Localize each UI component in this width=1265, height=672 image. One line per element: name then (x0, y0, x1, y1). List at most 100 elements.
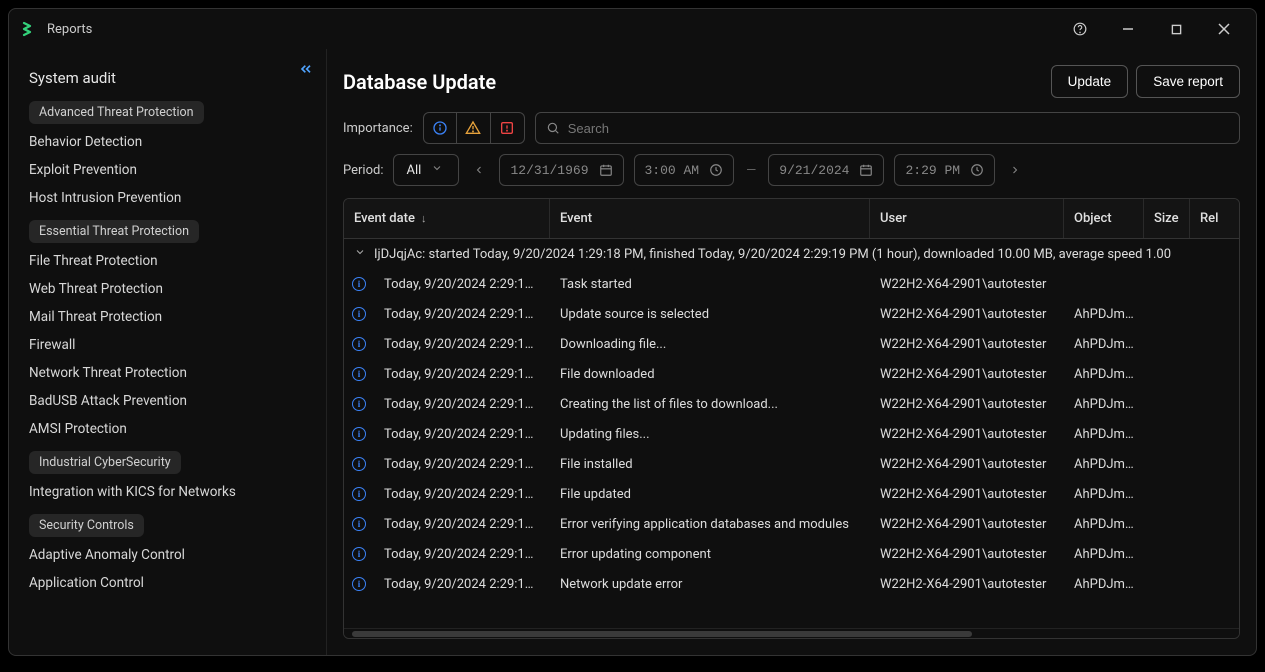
date-from-input[interactable]: 12/31/1969 (499, 154, 623, 186)
chevron-down-icon (431, 162, 443, 178)
sidebar-item[interactable]: Behavior Detection (9, 128, 326, 156)
period-filter-row: Period: All 12/31/1969 3:00 AM (327, 154, 1256, 198)
sidebar-item[interactable]: Application Control (9, 569, 326, 597)
period-prev-button[interactable] (469, 160, 489, 180)
app-logo-icon (21, 20, 39, 38)
cell-event: Task started (550, 277, 870, 292)
cell-user: W22H2-X64-2901\autotester (870, 337, 1064, 352)
clock-icon (970, 163, 984, 177)
sidebar-item[interactable]: BadUSB Attack Prevention (9, 387, 326, 415)
table-row[interactable]: iToday, 9/20/2024 2:29:18 PMTask started… (344, 269, 1239, 299)
col-rel[interactable]: Rel (1190, 199, 1239, 238)
app-window: Reports System audit Advanced Threat Pro… (8, 8, 1257, 656)
importance-info-toggle[interactable] (423, 112, 457, 144)
cell-user: W22H2-X64-2901\autotester (870, 277, 1064, 292)
importance-critical-toggle[interactable] (491, 112, 525, 144)
col-event-date[interactable]: Event date ↓ (344, 199, 550, 238)
cell-object: AhPDJmWi (1064, 427, 1144, 442)
row-severity-icon: i (344, 487, 374, 501)
cell-object: AhPDJmWi (1064, 457, 1144, 472)
search-icon (546, 121, 560, 135)
table-row[interactable]: iToday, 9/20/2024 2:29:18 PMDownloading … (344, 329, 1239, 359)
cell-date: Today, 9/20/2024 2:29:18 PM (374, 427, 550, 442)
update-button[interactable]: Update (1051, 65, 1129, 98)
importance-filter-row: Importance: (327, 112, 1256, 154)
close-button[interactable] (1204, 15, 1244, 43)
cell-user: W22H2-X64-2901\autotester (870, 577, 1064, 592)
row-severity-icon: i (344, 367, 374, 381)
minimize-button[interactable] (1108, 15, 1148, 43)
row-severity-icon: i (344, 397, 374, 411)
page-header: Database Update Update Save report (327, 65, 1256, 112)
sidebar-item[interactable]: Network Threat Protection (9, 359, 326, 387)
cell-object: AhPDJmWi (1064, 307, 1144, 322)
period-next-button[interactable] (1005, 160, 1025, 180)
sidebar-item[interactable]: AMSI Protection (9, 415, 326, 443)
cell-date: Today, 9/20/2024 2:29:18 PM (374, 307, 550, 322)
sidebar-group-badge: Essential Threat Protection (29, 220, 199, 243)
period-select[interactable]: All (393, 154, 459, 186)
cell-event: Creating the list of files to download..… (550, 397, 870, 412)
cell-object: AhPDJmWi (1064, 517, 1144, 532)
sidebar-item[interactable]: Web Threat Protection (9, 275, 326, 303)
sidebar-top-title[interactable]: System audit (9, 57, 326, 93)
sidebar: System audit Advanced Threat Protection … (9, 49, 327, 655)
search-field[interactable] (535, 112, 1240, 144)
time-to-input[interactable]: 2:29 PM (894, 154, 995, 186)
sidebar-item[interactable]: Exploit Prevention (9, 156, 326, 184)
cell-object: AhPDJmWi (1064, 577, 1144, 592)
table-row[interactable]: iToday, 9/20/2024 2:29:18 PMFile install… (344, 449, 1239, 479)
sidebar-group-badge: Security Controls (29, 514, 144, 537)
row-severity-icon: i (344, 307, 374, 321)
row-severity-icon: i (344, 277, 374, 291)
table-row[interactable]: iToday, 9/20/2024 2:29:18 PMUpdate sourc… (344, 299, 1239, 329)
sidebar-item[interactable]: Adaptive Anomaly Control (9, 541, 326, 569)
cell-event: Error verifying application databases an… (550, 517, 870, 532)
table-row[interactable]: iToday, 9/20/2024 2:29:18 PMFile updated… (344, 479, 1239, 509)
cell-date: Today, 9/20/2024 2:29:18 PM (374, 277, 550, 292)
sidebar-item[interactable]: Mail Threat Protection (9, 303, 326, 331)
table-row[interactable]: iToday, 9/20/2024 2:29:18 PMCreating the… (344, 389, 1239, 419)
cell-date: Today, 9/20/2024 2:29:18 PM (374, 457, 550, 472)
horizontal-scrollbar[interactable] (344, 628, 1239, 638)
sidebar-item[interactable]: Host Intrusion Prevention (9, 184, 326, 212)
scrollbar-thumb[interactable] (352, 631, 972, 637)
table-row[interactable]: iToday, 9/20/2024 2:29:18 PMNetwork upda… (344, 569, 1239, 599)
date-to-input[interactable]: 9/21/2024 (768, 154, 884, 186)
time-from-input[interactable]: 3:00 AM (634, 154, 735, 186)
row-severity-icon: i (344, 337, 374, 351)
col-event[interactable]: Event (550, 199, 870, 238)
range-separator: — (744, 163, 758, 178)
row-severity-icon: i (344, 547, 374, 561)
chevron-down-icon (354, 246, 366, 262)
cell-date: Today, 9/20/2024 2:29:18 PM (374, 397, 550, 412)
cell-object: AhPDJmWi (1064, 547, 1144, 562)
table-row[interactable]: iToday, 9/20/2024 2:29:18 PMUpdating fil… (344, 419, 1239, 449)
sidebar-item[interactable]: Firewall (9, 331, 326, 359)
col-user[interactable]: User (870, 199, 1064, 238)
search-input[interactable] (568, 121, 1229, 136)
cell-user: W22H2-X64-2901\autotester (870, 547, 1064, 562)
col-size[interactable]: Size (1144, 199, 1190, 238)
help-button[interactable] (1060, 15, 1100, 43)
collapse-sidebar-button[interactable] (294, 57, 318, 81)
cell-user: W22H2-X64-2901\autotester (870, 397, 1064, 412)
cell-event: Update source is selected (550, 307, 870, 322)
cell-date: Today, 9/20/2024 2:29:18 PM (374, 517, 550, 532)
table-row[interactable]: iToday, 9/20/2024 2:29:18 PMError verify… (344, 509, 1239, 539)
col-object[interactable]: Object (1064, 199, 1144, 238)
cell-date: Today, 9/20/2024 2:29:18 PM (374, 577, 550, 592)
sidebar-item[interactable]: Integration with KICS for Networks (9, 478, 326, 506)
importance-warning-toggle[interactable] (457, 112, 491, 144)
calendar-icon (599, 163, 613, 177)
maximize-button[interactable] (1156, 15, 1196, 43)
table-group-row[interactable]: IjDJqjAc: started Today, 9/20/2024 1:29:… (344, 239, 1239, 269)
time-from-value: 3:00 AM (645, 163, 700, 178)
table-row[interactable]: iToday, 9/20/2024 2:29:18 PMError updati… (344, 539, 1239, 569)
table-row[interactable]: iToday, 9/20/2024 2:29:18 PMFile downloa… (344, 359, 1239, 389)
sidebar-item[interactable]: File Threat Protection (9, 247, 326, 275)
cell-user: W22H2-X64-2901\autotester (870, 427, 1064, 442)
save-report-button[interactable]: Save report (1136, 65, 1240, 98)
row-severity-icon: i (344, 427, 374, 441)
sort-desc-icon: ↓ (421, 212, 427, 225)
